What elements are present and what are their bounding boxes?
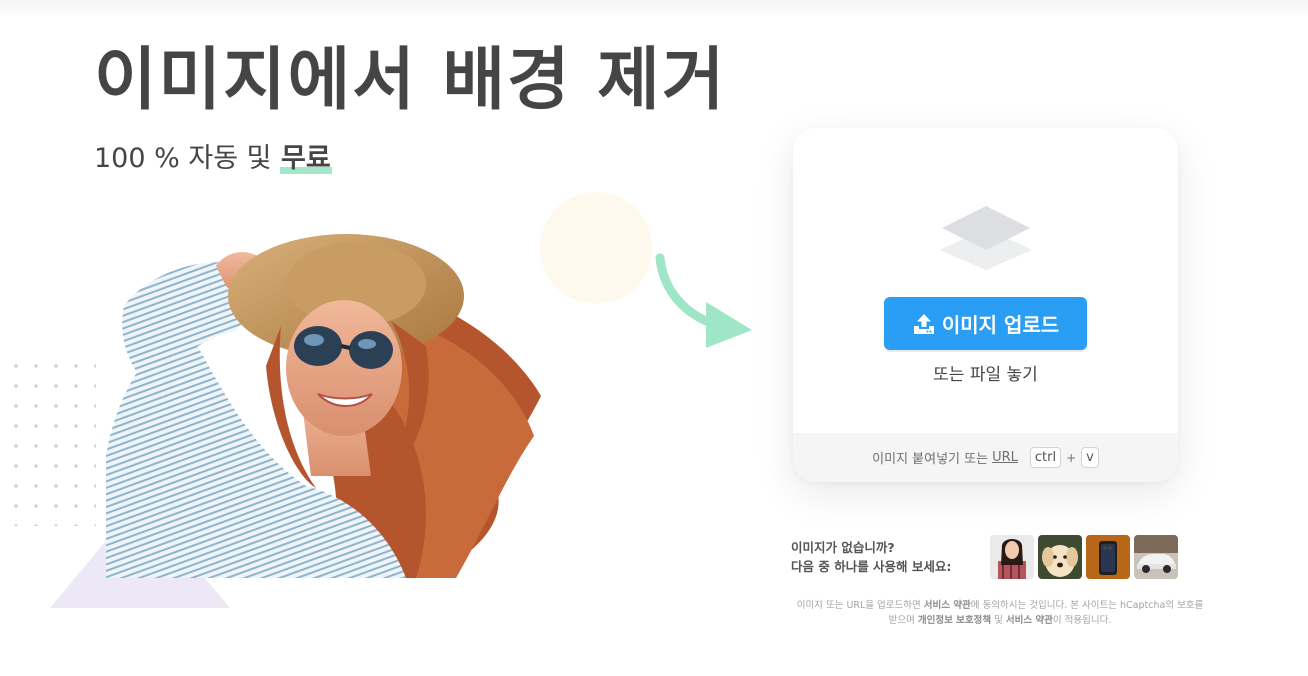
sample-image-dog[interactable] [1038, 535, 1082, 579]
decorative-circle [540, 192, 652, 304]
sample-prompt-line1: 이미지가 없습니까? [791, 540, 895, 555]
upload-button-label: 이미지 업로드 [941, 313, 1060, 337]
sample-prompt: 이미지가 없습니까? 다음 중 하나를 사용해 보세요: [791, 538, 951, 576]
hero-photo [106, 234, 541, 578]
layers-icon [940, 206, 1032, 270]
paste-hint-text: 이미지 붙여넣기 또는 [872, 452, 989, 467]
legal-notice: 이미지 또는 URL을 업로드하면 서비스 약관에 동의하시는 것입니다. 본 … [796, 598, 1204, 628]
curved-arrow-icon [655, 253, 752, 348]
key-plus: + [1066, 450, 1077, 465]
terms-link-2[interactable]: 서비스 약관 [1006, 615, 1053, 626]
drop-file-text: 또는 파일 놓기 [933, 365, 1038, 385]
page-title: 이미지에서 배경 제거 [94, 41, 727, 120]
page-subtitle: 100 % 자동 및 무료 [94, 136, 332, 175]
paste-hint-bar: 이미지 붙여넣기 또는 URL ctrl + v [793, 433, 1178, 482]
sample-thumbnails [990, 535, 1178, 579]
terms-link[interactable]: 서비스 약관 [924, 600, 971, 611]
sample-image-car[interactable] [1134, 535, 1178, 579]
url-link[interactable]: URL [992, 450, 1018, 465]
upload-image-button[interactable]: 이미지 업로드 [884, 297, 1087, 350]
sample-image-woman[interactable] [990, 535, 1034, 579]
upload-card[interactable]: 이미지 업로드 또는 파일 놓기 이미지 붙여넣기 또는 URL ctrl + … [793, 128, 1178, 482]
upload-icon [913, 313, 934, 334]
legal-text-1: 이미지 또는 URL을 업로드하면 [796, 600, 924, 611]
top-shade [0, 0, 1308, 18]
legal-text-3: 및 [991, 615, 1006, 626]
page: 이미지에서 배경 제거 100 % 자동 및 무료 이미지 업로드 또는 파일 … [0, 0, 1308, 676]
sample-image-phone[interactable] [1086, 535, 1130, 579]
ctrl-key: ctrl [1029, 447, 1062, 468]
privacy-policy-link[interactable]: 개인정보 보호정책 [918, 615, 991, 626]
subtitle-text: 100 % 자동 및 [94, 143, 281, 174]
legal-text-4: 이 적용됩니다. [1052, 615, 1112, 626]
subtitle-highlight: 무료 [280, 143, 332, 174]
v-key: v [1081, 447, 1099, 468]
sample-prompt-line2: 다음 중 하나를 사용해 보세요: [791, 559, 952, 574]
